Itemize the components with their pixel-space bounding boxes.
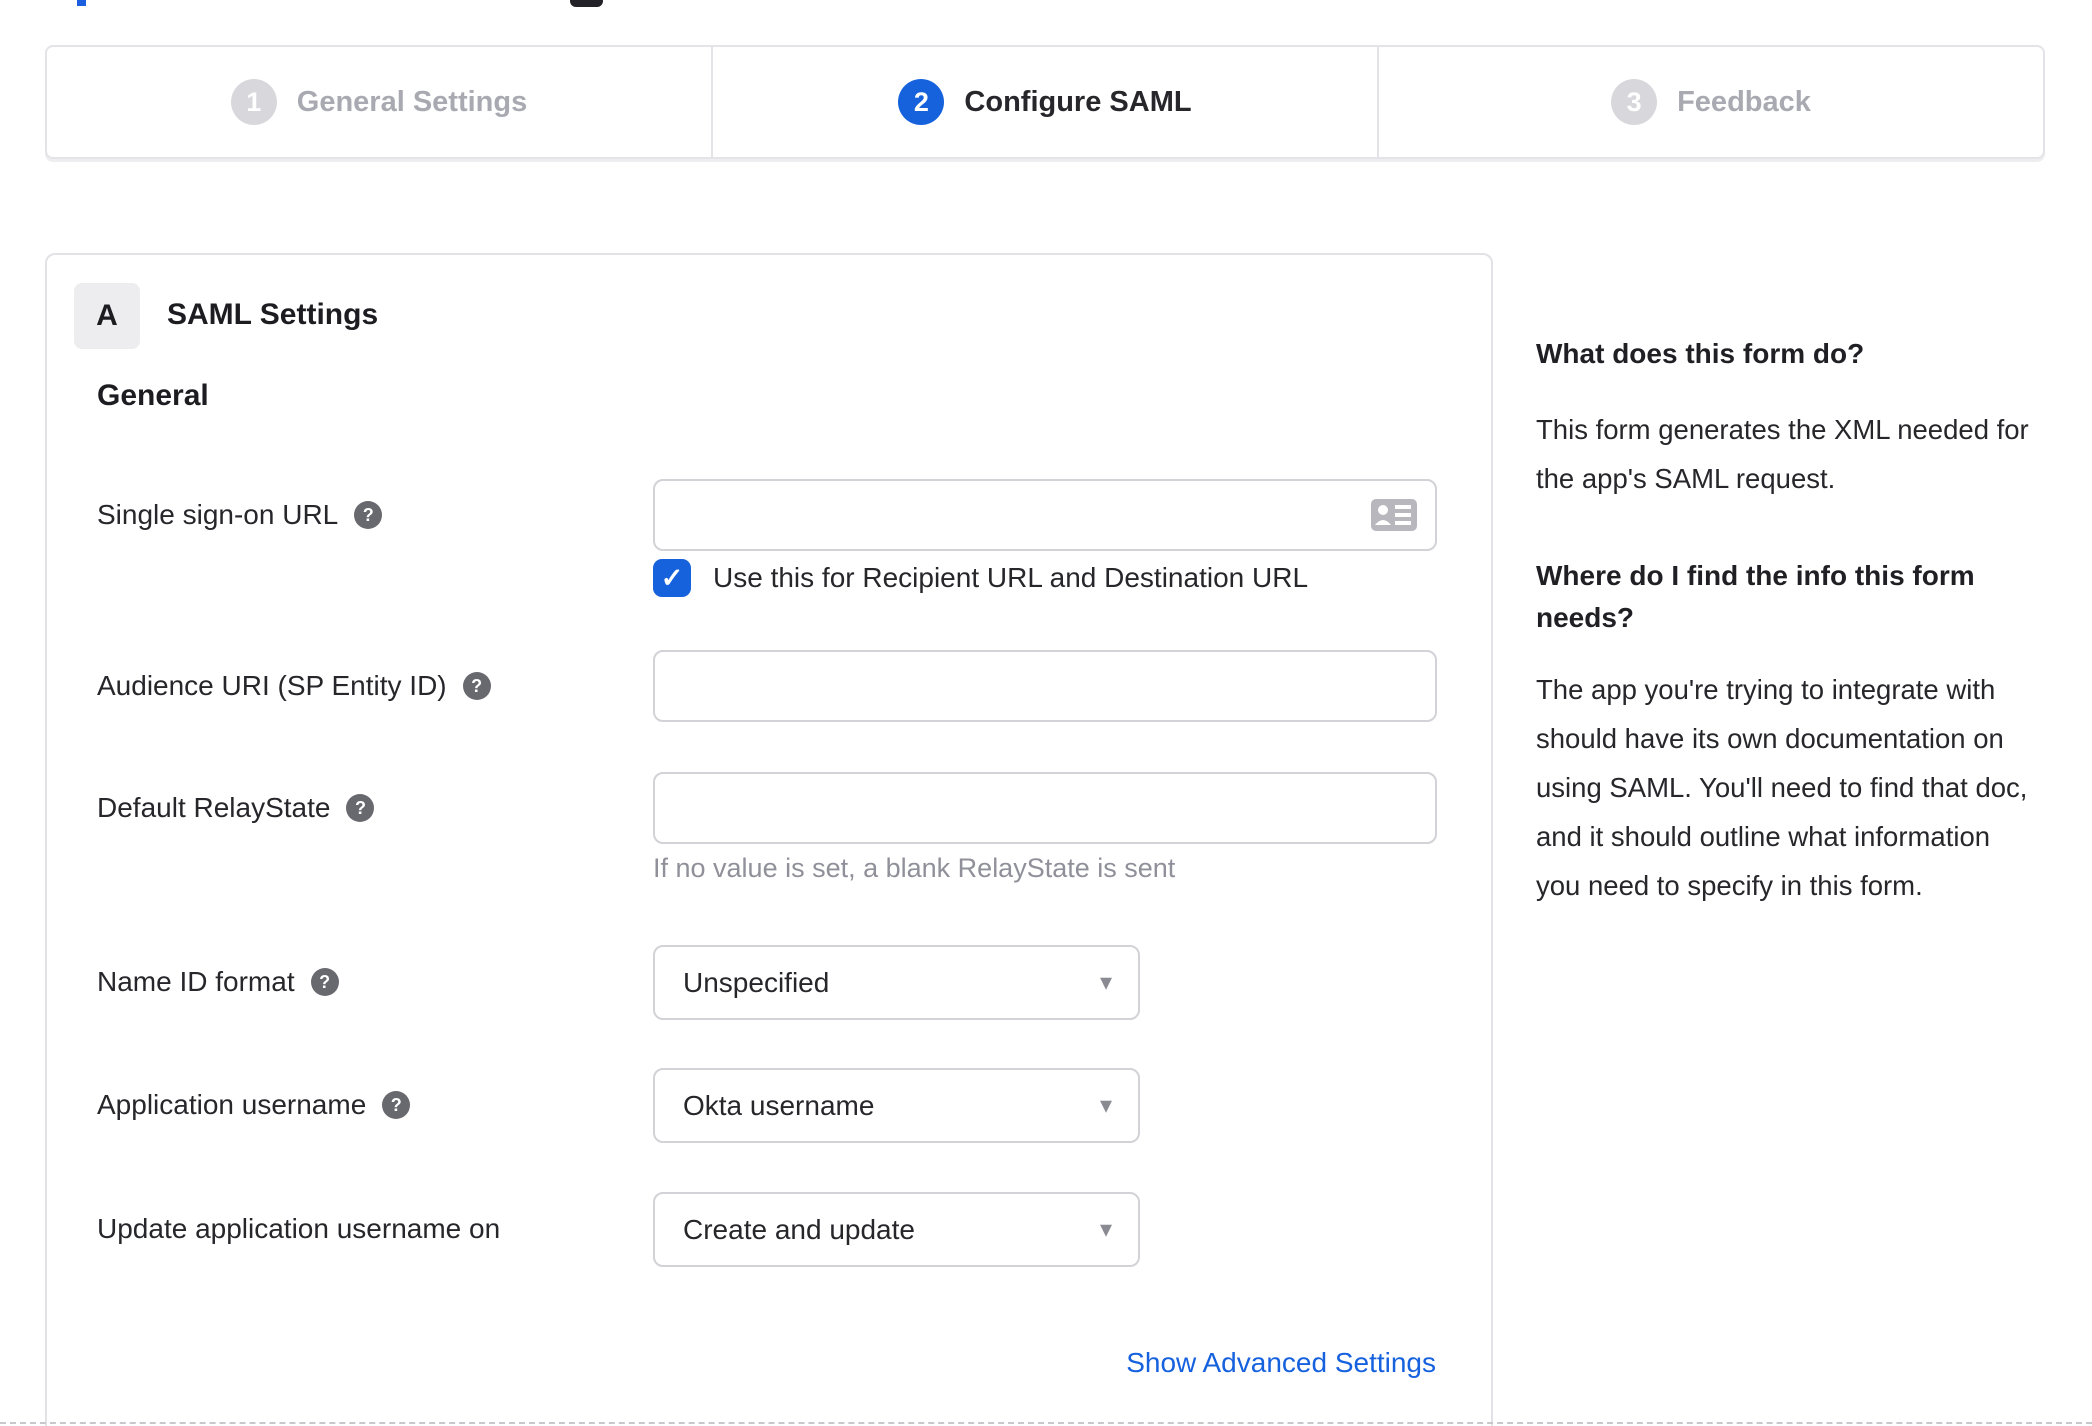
help-sidebar: What does this form do? This form genera… (1536, 333, 2038, 910)
nameid-help-icon[interactable]: ? (310, 968, 339, 996)
app-username-label: Application username (97, 1089, 367, 1120)
app-username-select[interactable]: Okta username ▾ (653, 1068, 1140, 1143)
update-username-label-row: Update application username on (97, 1207, 500, 1251)
update-username-label: Update application username on (97, 1213, 501, 1244)
autofill-contact-card-icon (1371, 499, 1417, 531)
audience-uri-label-row: Audience URI (SP Entity ID) ? (97, 664, 491, 708)
sso-url-label-row: Single sign-on URL ? (97, 493, 383, 537)
sso-url-label: Single sign-on URL (97, 499, 339, 530)
sso-url-input[interactable] (653, 479, 1437, 551)
configure-saml-page: 1 General Settings 2 Configure SAML 3 Fe… (0, 0, 2092, 1426)
step-general-settings[interactable]: 1 General Settings (47, 47, 713, 157)
nameid-caret-icon: ▾ (1099, 968, 1112, 996)
sidebar-answer-2: The app you're trying to integrate with … (1536, 674, 2028, 901)
step-3-number-badge: 3 (1611, 79, 1658, 125)
step-1-number-badge: 1 (230, 79, 277, 125)
sso-url-input-wrap (653, 479, 1437, 551)
app-username-label-row: Application username ? (97, 1083, 411, 1127)
step-configure-saml[interactable]: 2 Configure SAML (713, 47, 1379, 157)
show-advanced-settings-link[interactable]: Show Advanced Settings (1126, 1347, 1436, 1379)
sidebar-question-2: Where do I find the info this form needs… (1536, 560, 1975, 633)
bottom-crop-divider (0, 1422, 2092, 1424)
section-a-badge: A (74, 283, 140, 349)
audience-uri-input[interactable] (653, 650, 1437, 722)
update-username-select[interactable]: Create and update ▾ (653, 1192, 1140, 1267)
update-username-caret-icon: ▾ (1099, 1215, 1112, 1243)
clipped-dark-icon (570, 0, 603, 7)
general-section-heading: General (97, 379, 209, 412)
relaystate-input[interactable] (653, 772, 1437, 844)
nameid-select[interactable]: Unspecified ▾ (653, 945, 1140, 1020)
step-feedback[interactable]: 3 Feedback (1379, 47, 2043, 157)
step-2-label: Configure SAML (964, 85, 1192, 118)
sso-url-help-icon[interactable]: ? (354, 501, 383, 529)
relaystate-label-row: Default RelayState ? (97, 786, 375, 830)
step-3-label: Feedback (1677, 85, 1811, 118)
sidebar-question-1: What does this form do? (1536, 338, 1865, 369)
audience-uri-label: Audience URI (SP Entity ID) (97, 670, 447, 701)
saml-settings-panel: A SAML Settings General Single sign-on U… (45, 253, 1493, 1426)
recipient-url-checkbox-label[interactable]: Use this for Recipient URL and Destinati… (713, 562, 1308, 594)
app-username-help-icon[interactable]: ? (382, 1091, 411, 1119)
audience-uri-help-icon[interactable]: ? (462, 672, 491, 700)
step-2-number-badge: 2 (898, 79, 945, 125)
relaystate-label: Default RelayState (97, 792, 331, 823)
panel-title: SAML Settings (167, 298, 379, 331)
nameid-label: Name ID format (97, 966, 295, 997)
app-username-caret-icon: ▾ (1099, 1091, 1112, 1119)
wizard-stepper: 1 General Settings 2 Configure SAML 3 Fe… (45, 45, 2045, 159)
relaystate-hint: If no value is set, a blank RelayState i… (653, 853, 1176, 883)
clipped-blue-tab-indicator (77, 0, 86, 6)
app-username-selected-value: Okta username (683, 1089, 875, 1121)
nameid-selected-value: Unspecified (683, 966, 830, 998)
recipient-url-checkbox[interactable]: ✓ (653, 559, 691, 597)
update-username-selected-value: Create and update (683, 1213, 915, 1245)
nameid-label-row: Name ID format ? (97, 960, 339, 1004)
recipient-url-checkbox-row: ✓ Use this for Recipient URL and Destina… (653, 559, 1308, 597)
sidebar-answer-1: This form generates the XML needed for t… (1536, 414, 2029, 494)
step-1-label: General Settings (296, 85, 528, 118)
relaystate-help-icon[interactable]: ? (346, 794, 375, 822)
